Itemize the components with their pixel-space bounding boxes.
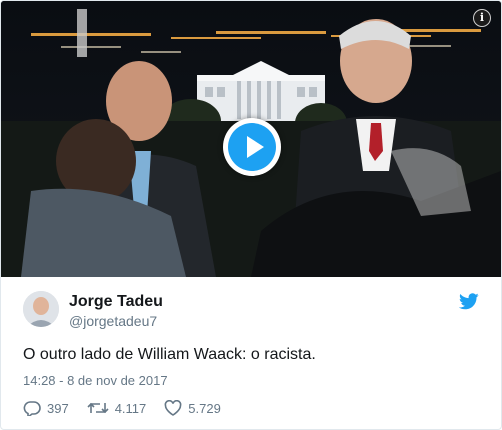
retweet-count: 4.117 [114, 400, 147, 416]
like-button[interactable]: 5.729 [164, 400, 221, 416]
tweet-header: Jorge Tadeu @jorgetadeu7 [23, 291, 479, 331]
retweet-icon [87, 402, 109, 414]
tweet-text: O outro lado de William Waack: o racista… [23, 346, 316, 363]
avatar[interactable] [23, 291, 59, 327]
info-icon[interactable]: i [473, 9, 491, 27]
retweet-button[interactable]: 4.117 [87, 400, 147, 416]
like-count: 5.729 [188, 400, 221, 416]
reply-count: 397 [47, 400, 69, 416]
tweet-actions: 397 4.117 5.729 [23, 398, 239, 418]
reply-icon [23, 401, 41, 416]
author-name[interactable]: Jorge Tadeu [69, 293, 163, 311]
reply-button[interactable]: 397 [23, 400, 69, 416]
twitter-bird-icon[interactable] [459, 293, 479, 310]
video-player[interactable]: i [1, 1, 501, 277]
author-handle[interactable]: @jorgetadeu7 [69, 313, 157, 329]
heart-icon [164, 400, 182, 416]
tweet-timestamp[interactable]: 14:28 - 8 de nov de 2017 [23, 373, 168, 388]
play-button[interactable] [223, 118, 281, 176]
tweet-card: i Jorge Tadeu @jorgetadeu7 O outro lado … [0, 0, 502, 430]
play-icon [247, 136, 264, 158]
